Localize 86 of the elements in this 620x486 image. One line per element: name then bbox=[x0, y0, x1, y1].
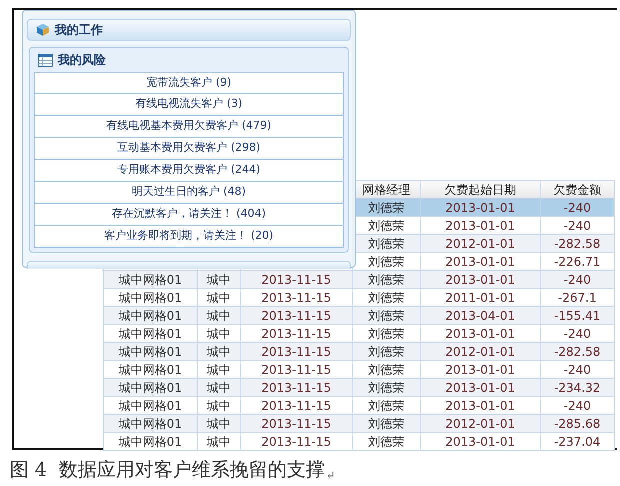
table-cell: 2013-01-01 bbox=[420, 396, 540, 414]
table-cell: 2013-11-15 bbox=[240, 396, 352, 414]
table-cell: 2013-01-01 bbox=[420, 270, 540, 288]
figure-caption: 图 4 数据应用对客户维系挽留的支撑 bbox=[10, 458, 326, 483]
table-cell: 城中网格01 bbox=[104, 414, 198, 432]
table-cell: -155.41 bbox=[540, 306, 614, 324]
table-cell: 2013-11-15 bbox=[240, 288, 352, 306]
table-cell: 2013-01-01 bbox=[420, 324, 540, 342]
table-cell: 刘德荣 bbox=[352, 414, 420, 432]
table-cell: 城中网格01 bbox=[104, 432, 198, 450]
table-cell: 2013-04-01 bbox=[420, 306, 540, 324]
table-cell: -240 bbox=[540, 216, 614, 234]
table-cell: -267.1 bbox=[540, 288, 614, 306]
table-cell: 2012-01-01 bbox=[420, 234, 540, 252]
table-cell: 城中网格01 bbox=[104, 396, 198, 414]
table-cell: 2011-01-01 bbox=[420, 288, 540, 306]
table-cell: -237.04 bbox=[540, 432, 614, 450]
table-cell: 刘德荣 bbox=[352, 252, 420, 270]
table-cell: 城中网格01 bbox=[104, 342, 198, 360]
table-cell: 2013-11-15 bbox=[240, 414, 352, 432]
table-cell: 刘德荣 bbox=[352, 432, 420, 450]
table-cell: 2013-11-15 bbox=[240, 306, 352, 324]
table-cell: 2013-01-01 bbox=[420, 198, 540, 216]
table-cell: -240 bbox=[540, 360, 614, 378]
table-cell: 2012-01-01 bbox=[420, 342, 540, 360]
table-cell: 城中 bbox=[198, 378, 240, 396]
table-cell: -240 bbox=[540, 198, 614, 216]
risk-list-item[interactable]: 明天过生日的客户 (48) bbox=[34, 182, 344, 204]
table-cell: -282.58 bbox=[540, 342, 614, 360]
risk-list-item[interactable]: 专用账本费用欠费客户 (244) bbox=[34, 160, 344, 182]
collapsed-panel-header[interactable] bbox=[27, 261, 351, 269]
table-cell: 刘德荣 bbox=[352, 360, 420, 378]
column-header[interactable]: 欠费起始日期 bbox=[420, 180, 540, 198]
table-cell: -240 bbox=[540, 396, 614, 414]
paragraph-mark: ↵ bbox=[326, 468, 336, 484]
table-cell: 城中 bbox=[198, 414, 240, 432]
risk-list-item[interactable]: 客户业务即将到期，请关注！ (20) bbox=[34, 226, 344, 248]
table-cell: 城中网格01 bbox=[104, 306, 198, 324]
table-cell: 2013-01-01 bbox=[420, 378, 540, 396]
table-cell: -240 bbox=[540, 324, 614, 342]
table-cell: -240 bbox=[540, 270, 614, 288]
table-cell: 城中网格01 bbox=[104, 360, 198, 378]
column-header[interactable]: 欠费金额 bbox=[540, 180, 614, 198]
table-cell: -285.68 bbox=[540, 414, 614, 432]
table-cell: 城中 bbox=[198, 342, 240, 360]
table-cell: 刘德荣 bbox=[352, 342, 420, 360]
risk-list-item[interactable]: 宽带流失客户 (9) bbox=[34, 72, 344, 94]
table-cell: 城中网格01 bbox=[104, 288, 198, 306]
table-cell: 2013-11-15 bbox=[240, 360, 352, 378]
table-cell: 城中网格01 bbox=[104, 270, 198, 288]
table-cell: 2013-11-15 bbox=[240, 432, 352, 450]
table-cell: -226.71 bbox=[540, 252, 614, 270]
panel-title: 我的工作 bbox=[55, 22, 103, 39]
table-cell: 城中网格01 bbox=[104, 378, 198, 396]
table-cell: 2013-11-15 bbox=[240, 378, 352, 396]
table-cell: 刘德荣 bbox=[352, 288, 420, 306]
risk-list-item[interactable]: 互动基本费用欠费客户 (298) bbox=[34, 138, 344, 160]
table-cell: 2013-01-01 bbox=[420, 216, 540, 234]
cube-icon bbox=[36, 23, 50, 37]
table-cell: 城中 bbox=[198, 360, 240, 378]
table-cell: 2013-11-15 bbox=[240, 270, 352, 288]
risk-list-item[interactable]: 有线电视流失客户 (3) bbox=[34, 94, 344, 116]
table-cell: 2013-01-01 bbox=[420, 360, 540, 378]
table-cell: 刘德荣 bbox=[352, 306, 420, 324]
table-cell: 刘德荣 bbox=[352, 396, 420, 414]
table-cell: 城中网格01 bbox=[104, 324, 198, 342]
table-cell: -234.32 bbox=[540, 378, 614, 396]
table-cell: 2013-01-01 bbox=[420, 432, 540, 450]
table-cell: 2013-11-15 bbox=[240, 324, 352, 342]
table-cell: 2013-01-01 bbox=[420, 252, 540, 270]
table-cell: 城中 bbox=[198, 306, 240, 324]
table-cell: 城中 bbox=[198, 324, 240, 342]
table-cell: 刘德荣 bbox=[352, 270, 420, 288]
table-cell: 城中 bbox=[198, 270, 240, 288]
table-cell: 刘德荣 bbox=[352, 324, 420, 342]
table-cell: 城中 bbox=[198, 288, 240, 306]
table-cell: 2013-11-15 bbox=[240, 342, 352, 360]
table-cell: 城中 bbox=[198, 396, 240, 414]
table-cell: -282.58 bbox=[540, 234, 614, 252]
table-cell: 刘德荣 bbox=[352, 378, 420, 396]
risk-list-item[interactable]: 存在沉默客户，请关注！ (404) bbox=[34, 204, 344, 226]
table-cell: 2012-01-01 bbox=[420, 414, 540, 432]
table-cell: 城中 bbox=[198, 432, 240, 450]
section-title: 我的风险 bbox=[58, 52, 106, 69]
table-icon bbox=[38, 54, 53, 66]
risk-list-item[interactable]: 有线电视基本费用欠费客户 (479) bbox=[34, 116, 344, 138]
